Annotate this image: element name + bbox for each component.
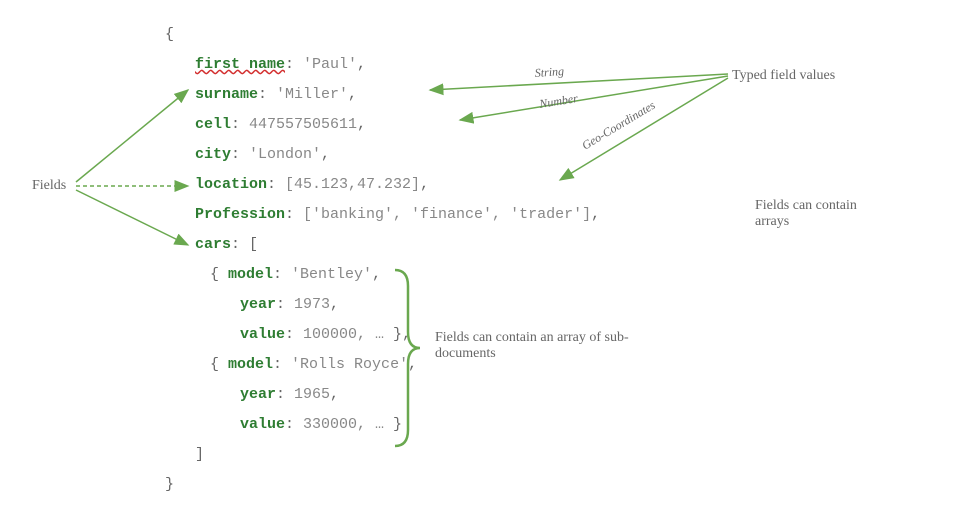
- label-arrays-note: Fields can contain arrays: [755, 198, 875, 230]
- field-cars: cars: [: [165, 230, 600, 260]
- field-surname: surname: 'Miller',: [165, 80, 600, 110]
- field-cell: cell: 447557505611,: [165, 110, 600, 140]
- car2-year: year: 1965,: [165, 380, 600, 410]
- label-subdoc-note: Fields can contain an array of sub-docum…: [435, 330, 665, 362]
- field-first-name: first name: 'Paul',: [165, 50, 600, 80]
- label-fields: Fields: [32, 178, 66, 194]
- field-profession: Profession: ['banking', 'finance', 'trad…: [165, 200, 600, 230]
- open-brace: {: [165, 20, 600, 50]
- car2-value: value: 330000, … }: [165, 410, 600, 440]
- close-brace: }: [165, 470, 600, 500]
- close-bracket: ]: [165, 440, 600, 470]
- label-typed-values: Typed field values: [732, 68, 835, 84]
- json-document: { first name: 'Paul', surname: 'Miller',…: [165, 20, 600, 500]
- car1-model: { model: 'Bentley',: [165, 260, 600, 290]
- car1-year: year: 1973,: [165, 290, 600, 320]
- field-location: location: [45.123,47.232],: [165, 170, 600, 200]
- field-city: city: 'London',: [165, 140, 600, 170]
